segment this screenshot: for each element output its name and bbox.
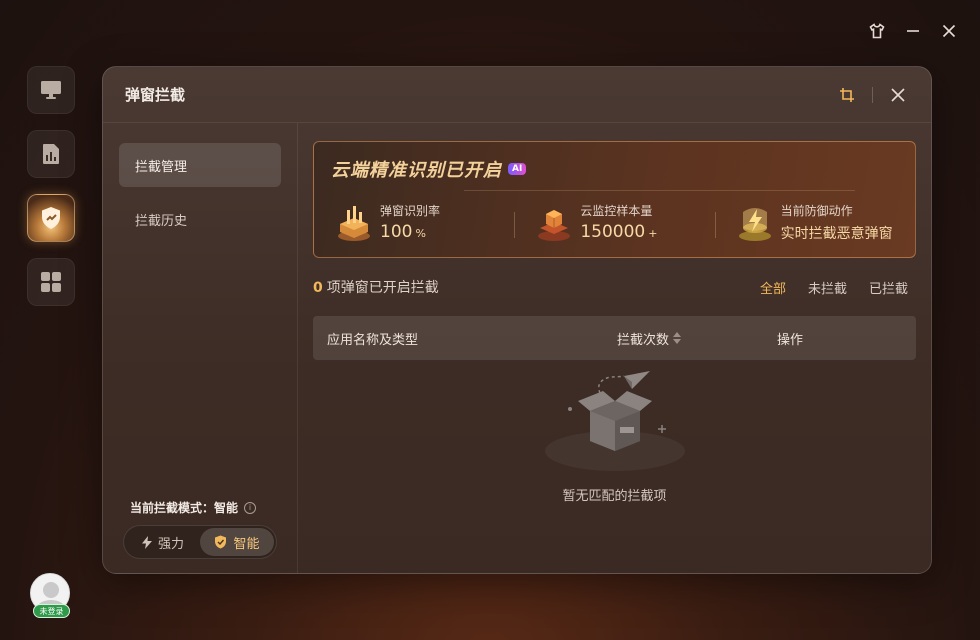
dialog-close-icon[interactable]	[887, 84, 909, 106]
lightning-shield-icon	[738, 208, 771, 241]
stat-value: 实时拦截恶意弹窗	[780, 225, 893, 242]
banner-divider	[464, 190, 855, 191]
tab-all[interactable]: 全部	[760, 278, 786, 297]
sort-icon[interactable]	[673, 332, 682, 344]
dialog-actions	[836, 84, 909, 106]
monitor-icon	[41, 81, 61, 99]
nav-item-history[interactable]: 拦截历史	[119, 197, 281, 241]
blocked-count-number: 0	[313, 280, 323, 296]
window-controls	[866, 20, 960, 42]
column-header-count[interactable]: 拦截次数	[603, 329, 777, 348]
crop-icon[interactable]	[836, 84, 858, 106]
mode-smart-label: 智能	[233, 536, 260, 552]
banner-title: 云端精准识别已开启 AI	[331, 156, 527, 182]
rail-monitor-button[interactable]	[27, 66, 75, 114]
dialog-header: 弹窗拦截	[103, 67, 931, 123]
column-header-name: 应用名称及类型	[327, 332, 419, 348]
left-rail	[27, 66, 75, 306]
shield-check-icon	[215, 535, 227, 549]
mode-smart-button[interactable]: 智能	[200, 528, 274, 556]
stat-label: 弹窗识别率	[380, 204, 441, 218]
minimize-icon[interactable]	[902, 20, 924, 42]
blocked-count: 0 项弹窗已开启拦截	[313, 277, 760, 297]
login-status-badge: 未登录	[33, 604, 70, 618]
dialog-main: 云端精准识别已开启 AI 弹窗识别率 100% 云监控样本量 150000 + …	[313, 141, 916, 573]
empty-state-text: 暂无匹配的拦截项	[562, 489, 667, 504]
stat-value: 150000 +	[580, 222, 658, 242]
tab-blocked[interactable]: 已拦截	[869, 278, 908, 297]
mode-toggle: 强力 智能	[123, 525, 277, 559]
stat-defense-action: 当前防御动作 实时拦截恶意弹窗	[714, 200, 915, 244]
banner-stats: 弹窗识别率 100% 云监控样本量 150000 + 当前防御动作 实时拦截恶意…	[314, 200, 915, 244]
empty-state: 暂无匹配的拦截项	[313, 371, 916, 504]
dialog-sidebar: 拦截管理 拦截历史 当前拦截模式：智能 i 强力 智能	[103, 123, 298, 573]
rail-report-button[interactable]	[27, 130, 75, 178]
cloud-detection-banner: 云端精准识别已开启 AI 弹窗识别率 100% 云监控样本量 150000 + …	[313, 141, 916, 258]
chart-bars-icon	[338, 206, 370, 241]
report-icon	[43, 144, 59, 164]
filter-tabs: 全部 未拦截 已拦截	[760, 278, 908, 297]
stat-label: 云监控样本量	[580, 204, 653, 218]
mode-strong-label: 强力	[157, 536, 184, 552]
mode-label: 当前拦截模式：智能 i	[130, 499, 257, 516]
apps-grid-icon	[41, 272, 61, 292]
close-icon[interactable]	[938, 20, 960, 42]
column-header-op: 操作	[777, 332, 804, 348]
nav-item-manage[interactable]: 拦截管理	[119, 143, 281, 187]
mode-label-text: 当前拦截模式：智能	[130, 501, 239, 515]
table-header: 应用名称及类型 拦截次数 操作	[313, 316, 916, 360]
skin-icon[interactable]	[866, 20, 888, 42]
column-header-count-label: 拦截次数	[617, 332, 670, 348]
divider	[872, 86, 873, 103]
stat-label: 当前防御动作	[780, 203, 853, 218]
popup-block-dialog: 弹窗拦截 拦截管理 拦截历史 当前拦截模式：智能 i 强力 智能 云端精准识别已…	[102, 66, 932, 574]
rail-shield-button[interactable]	[27, 194, 75, 242]
blocked-count-text: 项弹窗已开启拦截	[326, 280, 439, 296]
banner-title-text: 云端精准识别已开启	[331, 160, 502, 181]
mode-strong-button[interactable]: 强力	[126, 528, 200, 556]
info-icon[interactable]: i	[244, 501, 257, 514]
rail-apps-button[interactable]	[27, 258, 75, 306]
filter-row: 0 项弹窗已开启拦截 全部 未拦截 已拦截	[313, 276, 916, 298]
dialog-title: 弹窗拦截	[125, 86, 186, 104]
ai-badge: AI	[508, 163, 527, 175]
tab-not-blocked[interactable]: 未拦截	[808, 278, 847, 297]
stat-recognition-rate: 弹窗识别率 100%	[314, 200, 514, 244]
cubes-icon	[538, 210, 571, 241]
user-avatar-button[interactable]: 未登录	[30, 573, 72, 621]
stat-sample-size: 云监控样本量 150000 +	[514, 200, 714, 244]
empty-box-icon	[544, 371, 685, 471]
stat-value: 100%	[380, 222, 426, 242]
lightning-icon	[141, 535, 152, 549]
shield-icon	[42, 207, 60, 229]
